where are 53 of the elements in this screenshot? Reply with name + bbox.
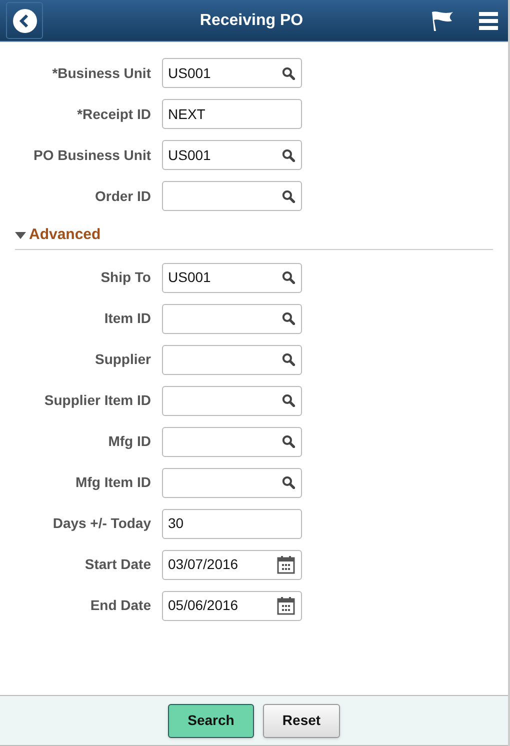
calendar-icon[interactable] — [277, 555, 295, 574]
field-value: US001 — [168, 268, 212, 287]
input-field[interactable] — [162, 468, 302, 498]
input-field[interactable] — [162, 304, 302, 334]
search-icon[interactable] — [282, 190, 295, 202]
field-value: 03/07/2016 — [168, 555, 240, 574]
field-label: Days +/- Today — [52, 514, 152, 533]
field-value: NEXT — [168, 104, 206, 124]
input-field[interactable]: US001 — [162, 262, 302, 292]
search-icon[interactable] — [282, 435, 295, 448]
field-label: Order ID — [94, 186, 152, 206]
page-title: Receiving PO — [198, 10, 304, 30]
back-icon — [12, 8, 36, 32]
input-field[interactable] — [162, 181, 302, 211]
input-field[interactable] — [162, 344, 302, 374]
flag-icon[interactable] — [430, 10, 455, 32]
menu-icon[interactable] — [479, 10, 498, 30]
field-value: US001 — [168, 146, 212, 164]
field-label: *Business Unit — [51, 64, 152, 82]
field-value: 05/06/2016 — [168, 596, 240, 615]
reset-button[interactable]: Reset — [263, 704, 340, 738]
field-value: 30 — [168, 514, 185, 533]
field-label: End Date — [89, 596, 152, 615]
search-icon[interactable] — [282, 66, 295, 80]
input-field[interactable]: NEXT — [162, 99, 302, 129]
field-label: Mfg ID — [107, 432, 152, 451]
search-icon[interactable] — [282, 476, 295, 489]
field-label: Supplier Item ID — [43, 391, 152, 410]
back-button[interactable] — [6, 2, 43, 39]
search-icon[interactable] — [282, 271, 295, 284]
search-icon[interactable] — [282, 353, 295, 366]
caret-icon — [15, 232, 26, 239]
calendar-icon[interactable] — [277, 596, 295, 615]
input-field[interactable]: 05/06/2016 — [162, 590, 302, 620]
field-label: Start Date — [84, 555, 152, 574]
input-field[interactable] — [162, 426, 302, 456]
input-field[interactable]: US001 — [162, 140, 302, 170]
input-field[interactable]: 30 — [162, 508, 302, 538]
search-icon[interactable] — [282, 312, 295, 325]
input-field[interactable]: 03/07/2016 — [162, 550, 302, 580]
field-label: PO Business Unit — [32, 146, 152, 164]
field-label: Item ID — [103, 309, 152, 328]
field-label: Mfg Item ID — [74, 473, 152, 492]
field-label: Supplier — [94, 350, 152, 369]
search-icon[interactable] — [282, 148, 295, 162]
field-label: *Receipt ID — [76, 104, 152, 124]
input-field[interactable] — [162, 386, 302, 416]
advanced-toggle[interactable]: Advanced — [15, 224, 101, 246]
search-button[interactable]: Search — [168, 704, 254, 738]
field-label: Ship To — [100, 268, 152, 287]
input-field[interactable]: US001 — [162, 58, 302, 88]
field-value: US001 — [168, 64, 212, 82]
search-icon[interactable] — [282, 394, 295, 407]
